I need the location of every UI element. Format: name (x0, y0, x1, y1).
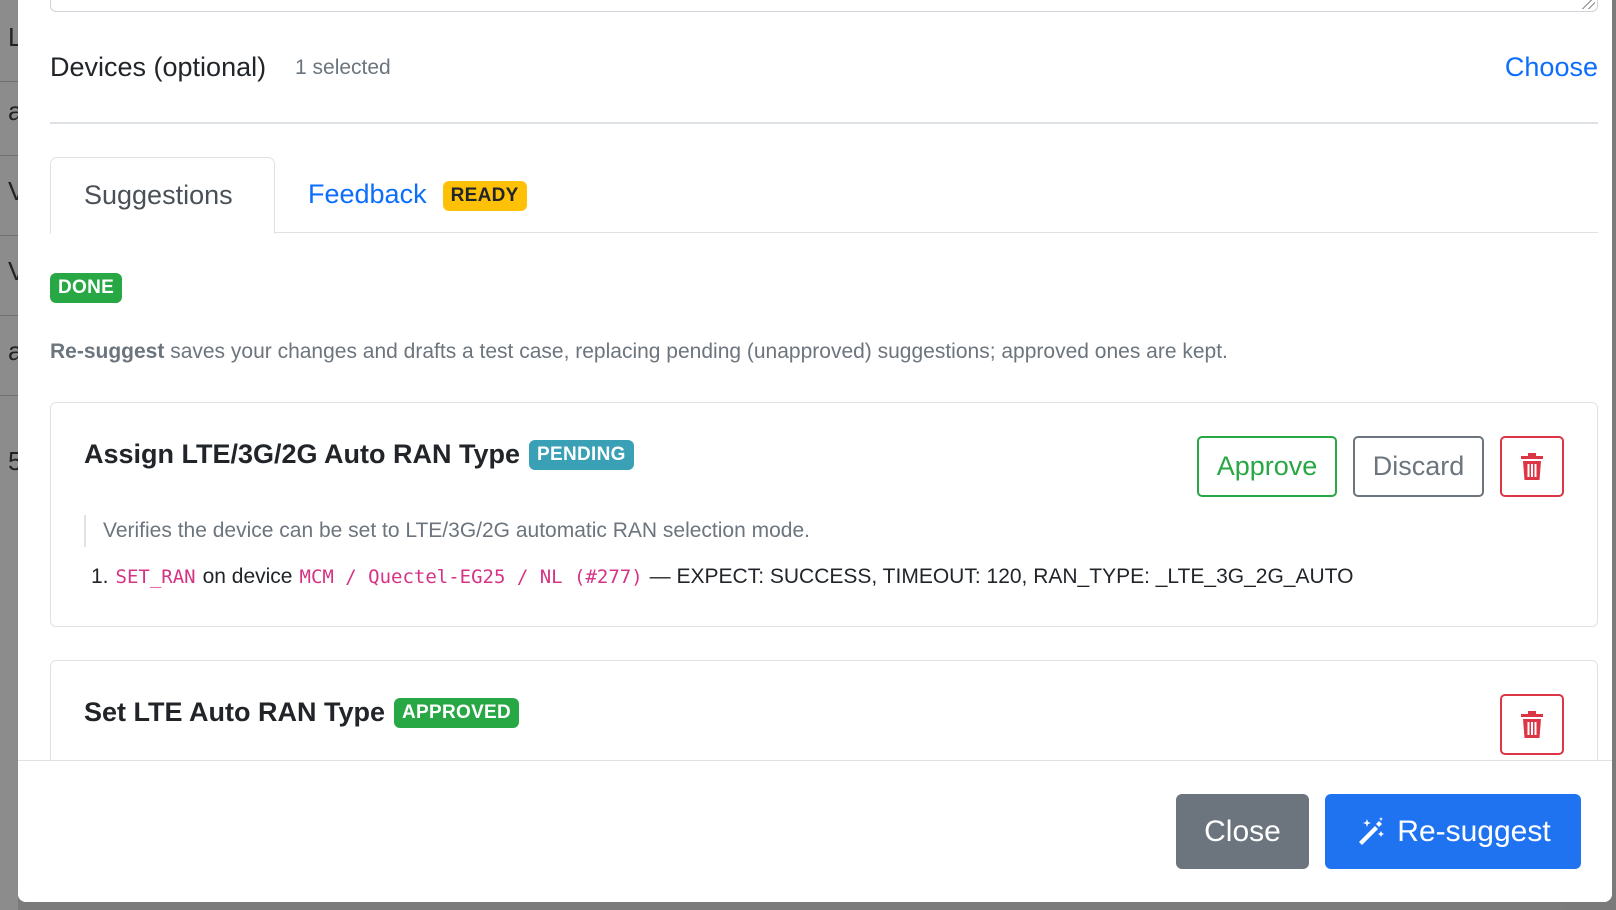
tab-suggestions[interactable]: Suggestions (50, 157, 275, 234)
backdrop-table-column: L ar V V ar 5 (0, 0, 18, 910)
backdrop-row: L (0, 0, 18, 82)
resize-grip-icon[interactable] (1581, 0, 1595, 9)
suggestion-actions (1500, 694, 1564, 755)
feedback-ready-badge: READY (442, 181, 527, 211)
choose-devices-link[interactable]: Choose (1505, 52, 1598, 83)
approved-badge: APPROVED (394, 697, 520, 728)
suggestion-description: Verifies the device can be set to LTE/3G… (84, 515, 810, 547)
suggestion-card: Set LTE Auto RAN Type APPROVED (50, 660, 1598, 760)
generation-status: DONE (50, 273, 123, 303)
suggestion-step: 1. SET_RAN on device MCM / Quectel-EG25 … (91, 565, 1353, 589)
tab-label: Suggestions (84, 180, 233, 210)
delete-button[interactable] (1500, 694, 1564, 755)
step-device: MCM / Quectel-EG25 / NL (#277) (299, 566, 643, 588)
pending-badge: PENDING (529, 439, 634, 470)
suggestions-modal: Devices (optional) 1 selected Choose Sug… (18, 0, 1612, 902)
tab-label: Feedback (308, 179, 427, 209)
magic-wand-icon (1359, 816, 1385, 845)
step-number: 1. (91, 565, 109, 588)
backdrop-row: V (0, 154, 18, 236)
backdrop-row: ar (0, 314, 18, 396)
devices-section: Devices (optional) 1 selected Choose (50, 40, 1598, 124)
approve-button[interactable]: Approve (1197, 436, 1337, 497)
modal-footer: Close Re-suggest (18, 760, 1612, 902)
suggestion-title-text: Set LTE Auto RAN Type (84, 697, 385, 727)
backdrop-row: ar (0, 74, 18, 156)
tab-feedback[interactable]: Feedback READY (275, 157, 560, 233)
discard-button[interactable]: Discard (1353, 436, 1484, 497)
help-bold: Re-suggest (50, 340, 165, 363)
tabs-bar: Suggestions Feedback READY (50, 157, 1598, 234)
suggestion-card: Assign LTE/3G/2G Auto RAN Type PENDING A… (50, 402, 1598, 627)
resuggest-help-text: Re-suggest saves your changes and drafts… (50, 340, 1228, 364)
devices-label: Devices (optional) (50, 52, 267, 82)
devices-selected-count: 1 selected (295, 56, 391, 79)
close-button[interactable]: Close (1176, 794, 1309, 869)
delete-button[interactable] (1500, 436, 1564, 497)
step-params: — EXPECT: SUCCESS, TIMEOUT: 120, RAN_TYP… (649, 565, 1354, 588)
done-badge: DONE (50, 273, 123, 303)
modal-body: Devices (optional) 1 selected Choose Sug… (18, 0, 1612, 760)
trash-icon (1521, 452, 1543, 480)
trash-icon (1521, 710, 1543, 738)
step-action: SET_RAN (115, 566, 196, 588)
step-on-device: on device (202, 565, 293, 588)
suggestion-title: Assign LTE/3G/2G Auto RAN Type PENDING (84, 439, 634, 470)
help-body: saves your changes and drafts a test cas… (164, 340, 1228, 363)
backdrop-row: 5 (8, 446, 18, 476)
backdrop-row: V (0, 234, 18, 316)
suggestion-title: Set LTE Auto RAN Type APPROVED (84, 697, 520, 728)
description-textarea[interactable] (50, 0, 1598, 12)
suggestion-actions: Approve Discard (1197, 436, 1564, 497)
resuggest-button[interactable]: Re-suggest (1325, 794, 1581, 869)
resuggest-label: Re-suggest (1397, 814, 1551, 848)
suggestion-title-text: Assign LTE/3G/2G Auto RAN Type (84, 439, 521, 469)
